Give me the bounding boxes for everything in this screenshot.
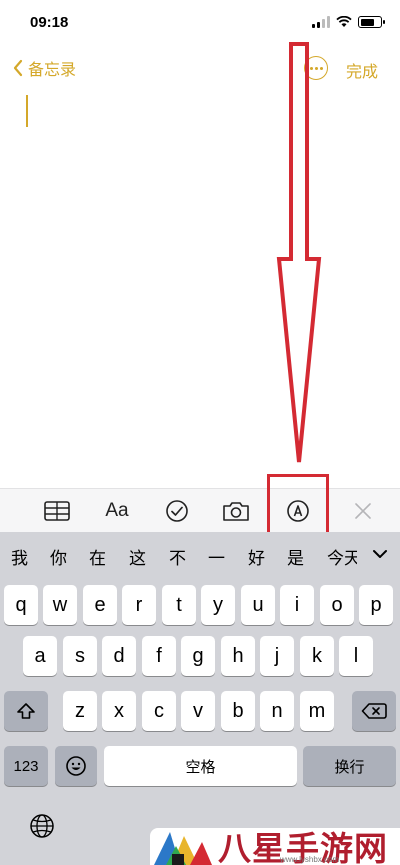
status-time: 09:18 [30,14,69,31]
key-q[interactable]: q [4,585,38,625]
shift-key[interactable] [4,691,48,731]
watermark-url: www.lyshbx.com [280,855,340,864]
site-watermark: 八星手游网 www.lyshbx.com [150,828,400,865]
cellular-signal-icon [312,16,330,28]
key-e[interactable]: e [83,585,117,625]
key-n[interactable]: n [260,691,294,731]
key-d[interactable]: d [102,636,136,676]
chevron-down-icon [373,550,387,558]
candidate-word[interactable]: 今天 [327,544,357,569]
key-p[interactable]: p [359,585,393,625]
key-h[interactable]: h [221,636,255,676]
camera-icon [223,502,249,521]
checklist-button[interactable] [162,497,192,525]
space-key[interactable]: 空格 [104,746,297,786]
back-label: 备忘录 [28,62,77,79]
key-w[interactable]: w [43,585,77,625]
key-y[interactable]: y [201,585,235,625]
key-j[interactable]: j [260,636,294,676]
key-f[interactable]: f [142,636,176,676]
key-c[interactable]: c [142,691,176,731]
back-button[interactable]: 备忘录 [12,56,76,80]
expand-candidates-button[interactable] [372,546,388,564]
key-g[interactable]: g [181,636,215,676]
key-v[interactable]: v [181,691,215,731]
formatting-toolbar: Aa [0,488,400,532]
status-icons [312,15,385,29]
key-u[interactable]: u [241,585,275,625]
candidate-word[interactable]: 我 [11,544,28,569]
key-s[interactable]: s [63,636,97,676]
candidate-word[interactable]: 一 [208,544,225,569]
key-l[interactable]: l [339,636,373,676]
candidate-word[interactable]: 不 [169,544,186,569]
close-toolbar-button[interactable] [348,497,378,525]
candidate-bar: 我 你 在 这 不 一 好 是 今天 [0,532,400,576]
wifi-icon [336,16,352,27]
key-t[interactable]: t [162,585,196,625]
backspace-icon [361,703,387,719]
text-format-button[interactable]: Aa [102,497,132,525]
key-o[interactable]: o [320,585,354,625]
more-options-button[interactable] [304,56,328,80]
camera-button[interactable] [221,497,251,525]
key-m[interactable]: m [300,691,334,731]
watermark-logo [154,832,212,865]
checkmark-circle-icon [166,500,188,522]
note-editor[interactable] [0,90,400,486]
chevron-left-icon [13,59,23,77]
return-key[interactable]: 换行 [303,746,396,786]
globe-icon [30,814,54,838]
close-icon [355,503,371,519]
shift-arrow-icon [17,703,35,719]
table-icon [44,501,70,521]
table-button[interactable] [42,497,72,525]
battery-icon [358,16,385,28]
candidate-word[interactable]: 你 [50,544,67,569]
globe-button[interactable] [28,812,56,845]
numbers-key[interactable]: 123 [4,746,48,786]
candidate-word[interactable]: 是 [287,544,304,569]
emoji-key[interactable] [55,746,97,786]
done-button[interactable]: 完成 [346,58,378,82]
key-a[interactable]: a [23,636,57,676]
key-x[interactable]: x [102,691,136,731]
emoji-icon [66,756,86,776]
key-z[interactable]: z [63,691,97,731]
key-k[interactable]: k [300,636,334,676]
candidate-word[interactable]: 好 [248,544,265,569]
key-r[interactable]: r [122,585,156,625]
candidate-word[interactable]: 这 [129,544,146,569]
delete-key[interactable] [352,691,396,731]
candidate-word[interactable]: 在 [89,544,106,569]
key-i[interactable]: i [280,585,314,625]
keyboard: 我 你 在 这 不 一 好 是 今天 q w e r t y u i o p a… [0,532,400,865]
key-b[interactable]: b [221,691,255,731]
status-bar: 09:18 [0,0,400,46]
